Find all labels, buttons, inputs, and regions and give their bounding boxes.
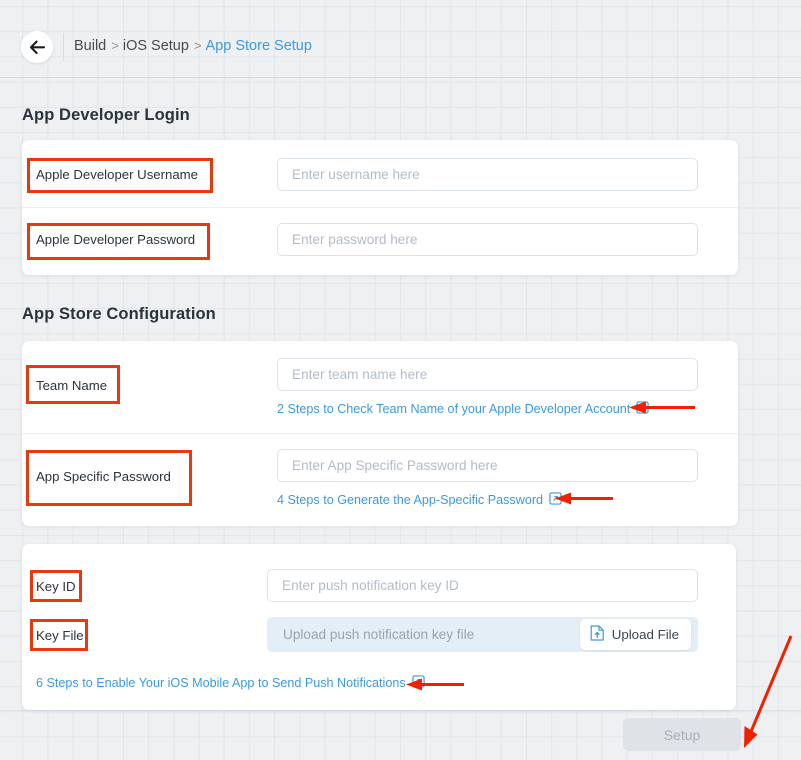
link-generate-app-specific-password[interactable]: 4 Steps to Generate the App-Specific Pas…	[277, 492, 562, 508]
push-notification-card: Key ID Key File Upload push notification…	[22, 544, 736, 710]
link-enable-push-notifications[interactable]: 6 Steps to Enable Your iOS Mobile App to…	[36, 675, 425, 691]
app-developer-login-card: Apple Developer Username Apple Developer…	[22, 140, 738, 275]
breadcrumb-separator: >	[193, 38, 202, 53]
key-file-upload-row: Upload push notification key file Upload…	[267, 617, 698, 652]
section-title-app-store-configuration: App Store Configuration	[22, 305, 216, 323]
setup-button[interactable]: Setup	[623, 718, 741, 751]
back-button[interactable]	[21, 31, 53, 63]
breadcrumb-separator: >	[111, 38, 119, 53]
row-separator	[22, 433, 738, 434]
link-enable-push-notifications-label: 6 Steps to Enable Your iOS Mobile App to…	[36, 676, 406, 690]
key-id-input[interactable]	[267, 569, 698, 602]
external-link-icon	[411, 675, 425, 691]
label-apple-developer-username: Apple Developer Username	[36, 167, 198, 182]
footer-rule	[0, 710, 801, 711]
app-specific-password-input[interactable]	[277, 449, 698, 482]
upload-file-button[interactable]: Upload File	[579, 619, 691, 650]
section-title-app-developer-login: App Developer Login	[22, 106, 190, 124]
link-check-team-name[interactable]: 2 Steps to Check Team Name of your Apple…	[277, 401, 649, 417]
app-store-configuration-card: Team Name 2 Steps to Check Team Name of …	[22, 341, 738, 526]
breadcrumb-item-app-store-setup: App Store Setup	[205, 38, 312, 54]
label-app-specific-password: App Specific Password	[36, 469, 171, 484]
label-apple-developer-password: Apple Developer Password	[36, 232, 196, 247]
breadcrumb: Build > iOS Setup > App Store Setup	[74, 36, 312, 56]
apple-developer-username-input[interactable]	[277, 158, 698, 191]
external-link-icon	[636, 401, 649, 417]
annotation-arrow-setup-button	[744, 635, 793, 748]
link-generate-app-specific-password-label: 4 Steps to Generate the App-Specific Pas…	[277, 493, 544, 507]
breadcrumb-item-ios-setup[interactable]: iOS Setup	[123, 36, 189, 56]
key-file-placeholder: Upload push notification key file	[283, 627, 475, 642]
apple-developer-password-input[interactable]	[277, 223, 698, 256]
external-link-icon	[549, 492, 562, 508]
page-header: Build > iOS Setup > App Store Setup	[0, 0, 801, 78]
team-name-input[interactable]	[277, 358, 698, 391]
back-arrow-icon	[29, 40, 46, 55]
header-rule	[0, 77, 801, 78]
label-key-file: Key File	[36, 628, 84, 643]
header-divider	[63, 33, 64, 61]
link-check-team-name-label: 2 Steps to Check Team Name of your Apple…	[277, 402, 631, 416]
row-separator	[22, 207, 738, 208]
label-key-id: Key ID	[36, 579, 76, 594]
label-team-name: Team Name	[36, 378, 108, 393]
breadcrumb-item-build[interactable]: Build	[74, 36, 106, 56]
upload-file-button-label: Upload File	[611, 627, 679, 642]
file-upload-icon	[590, 625, 605, 644]
